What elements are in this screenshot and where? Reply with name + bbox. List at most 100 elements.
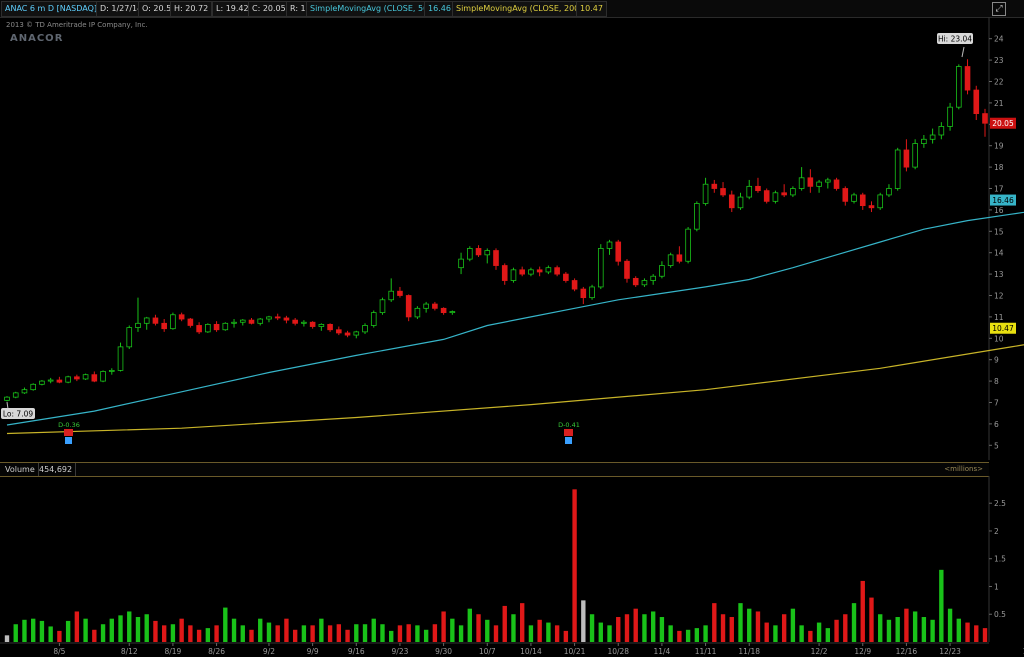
candle	[327, 323, 333, 332]
candle-body	[344, 332, 351, 336]
candle	[170, 312, 176, 330]
volume-bar	[712, 603, 717, 642]
candle-body	[388, 290, 395, 301]
x-axis-label: 8/26	[208, 647, 225, 656]
volume-bar	[607, 625, 612, 642]
candle	[615, 239, 622, 266]
candle-body	[283, 317, 290, 321]
volume-bar	[668, 625, 673, 642]
volume-bar	[92, 629, 97, 642]
dividend-marker-1[interactable]: D-0.36	[58, 421, 80, 444]
candle-body	[152, 317, 159, 324]
volume-bar	[258, 618, 263, 642]
candle	[938, 122, 945, 140]
volume-bar	[747, 608, 752, 642]
dividend-marker-2[interactable]: D-0.41	[558, 421, 580, 444]
x-axis-label: 10/28	[607, 647, 629, 656]
volume-panel-header: Volume 454,692 <millions>	[0, 462, 989, 477]
candle	[886, 184, 892, 198]
candle	[475, 245, 482, 257]
candle-body	[65, 376, 71, 383]
volume-bar	[301, 625, 307, 642]
volume-axis-label: 2	[994, 527, 999, 536]
volume-bar	[135, 617, 141, 642]
volume-bar	[659, 617, 665, 642]
candle	[100, 370, 106, 383]
symbol-label[interactable]: ANAC 6 m D [NASDAQ]	[1, 1, 102, 17]
x-axis-label: 12/2	[811, 647, 828, 656]
candle-body	[615, 241, 622, 262]
candle-body	[554, 267, 560, 275]
candle	[231, 319, 237, 328]
candle	[772, 190, 779, 204]
last-price-value: 20.05	[992, 119, 1014, 128]
candle	[580, 286, 587, 305]
candle	[82, 373, 89, 381]
candle-body	[868, 205, 875, 209]
candle-body	[353, 331, 360, 336]
volume-bar	[371, 618, 376, 642]
candle-body	[467, 248, 473, 260]
volume-bar	[869, 597, 874, 642]
x-axis-label: 11/18	[738, 647, 760, 656]
candle	[956, 64, 962, 110]
candle	[117, 342, 124, 372]
candle	[676, 246, 683, 264]
volume-label[interactable]: Volume	[2, 463, 39, 476]
price-axis-label: 17	[994, 185, 1004, 194]
volume-bar	[493, 625, 499, 642]
volume-bar	[266, 622, 272, 642]
candle	[47, 377, 54, 384]
volume-bar	[415, 625, 420, 642]
x-axis-label: 12/16	[896, 647, 918, 656]
candle-body	[519, 269, 525, 275]
price-axis-label: 5	[994, 441, 999, 450]
candle-body	[536, 269, 543, 273]
candle	[353, 330, 360, 339]
volume-bar	[589, 614, 595, 642]
volume-bar	[965, 622, 970, 642]
volume-bar	[703, 625, 708, 642]
candle	[21, 387, 28, 394]
volume-bar	[336, 624, 342, 642]
candle	[624, 259, 630, 283]
candle-body	[56, 379, 63, 383]
lo-annotation: Lo: 7.09	[1, 401, 35, 419]
lo-label: Lo: 7.09	[3, 410, 33, 419]
candle	[807, 169, 814, 193]
volume-bar	[65, 620, 71, 642]
candle	[161, 319, 167, 332]
candle	[964, 59, 971, 95]
volume-bar	[546, 622, 551, 642]
candle-body	[903, 149, 910, 168]
chart-settings-icon[interactable]: ⤢	[992, 2, 1006, 16]
sma200-study-label[interactable]: SimpleMovingAvg (CLOSE, 200, 0)	[452, 1, 597, 17]
candle-body	[510, 269, 517, 281]
volume-bar	[345, 629, 350, 642]
x-axis-label: 8/12	[121, 647, 138, 656]
volume-bar	[327, 625, 333, 642]
candle-body	[379, 299, 386, 314]
candle-body	[336, 329, 342, 334]
volume-chart[interactable]: 0.5 1 1.5 2 2.5 8/5 8/12 8/19 8/26 9/2 9/9 9/16 9/2…	[0, 476, 1024, 657]
candle-body	[694, 203, 700, 230]
candle-body	[309, 321, 316, 327]
candle	[432, 301, 438, 311]
candle-body	[39, 380, 45, 385]
price-chart[interactable]: 56789101112131415161718192021222324 Hi: …	[0, 17, 1024, 477]
candle	[737, 192, 744, 210]
candle-body	[851, 194, 857, 202]
candle-body	[30, 383, 36, 391]
candle-body	[397, 290, 403, 296]
volume-bar	[755, 611, 761, 642]
candle	[501, 263, 508, 285]
candle-body	[746, 185, 753, 198]
volume-bar	[153, 620, 158, 642]
x-axis-label: 11/11	[695, 647, 717, 656]
volume-bar	[432, 624, 438, 642]
volume-bar	[380, 624, 385, 642]
volume-bar	[982, 628, 988, 642]
volume-bar	[790, 608, 796, 642]
candle-body	[833, 179, 840, 189]
price-axis-label: 14	[994, 249, 1004, 258]
